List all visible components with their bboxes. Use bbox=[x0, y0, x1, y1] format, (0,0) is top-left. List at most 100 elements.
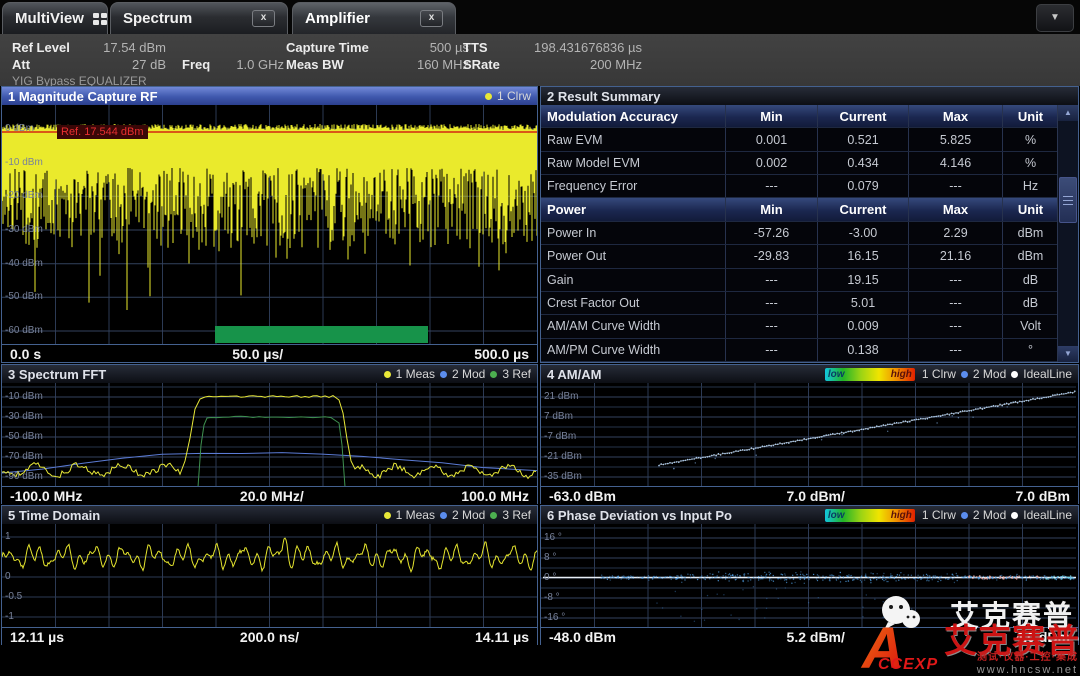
window-title-bar[interactable]: 2 Result Summary bbox=[541, 87, 1078, 105]
am-am-trace bbox=[541, 383, 1076, 486]
analysis-region bbox=[215, 326, 428, 343]
y-axis-label: 0 bbox=[5, 571, 11, 582]
table-row: AM/AM Curve Width---0.009---Volt bbox=[541, 315, 1058, 338]
meas-bw-label: Meas BW bbox=[286, 57, 344, 72]
am-am-plot[interactable]: 21 dBm 7 dBm -7 dBm -21 dBm -35 dBm bbox=[541, 383, 1078, 486]
magnitude-capture-plot[interactable]: Ref. 17.544 dBm 0 dBm-10 dBm-20 dBm-30 d… bbox=[2, 105, 537, 344]
table-row: Power Out-29.8316.1521.16dBm bbox=[541, 245, 1058, 268]
scroll-thumb[interactable] bbox=[1059, 177, 1077, 223]
y-axis-label: -21 dBm bbox=[544, 451, 582, 462]
y-axis-label: 8 ° bbox=[544, 552, 556, 563]
magnitude-trace bbox=[2, 105, 537, 344]
table-row: Crest Factor Out---5.01---dB bbox=[541, 292, 1058, 315]
density-gradient-legend: low high bbox=[825, 368, 915, 381]
srate-value[interactable]: 200 MHz bbox=[512, 57, 642, 72]
tab-bar: MultiView Spectrum x Amplifier x ▼ bbox=[0, 0, 1080, 34]
close-icon[interactable]: x bbox=[252, 10, 275, 27]
spectrum-fft-plot[interactable]: -10 dBm-30 dBm-50 dBm-70 dBm-90 dBm bbox=[2, 383, 537, 486]
y-axis-label: 1 bbox=[5, 531, 11, 542]
trace-legend: 1 Clrw 2 Mod IdealLine bbox=[922, 508, 1072, 522]
y-axis-label: 21 dBm bbox=[544, 391, 578, 402]
y-axis-label: -35 dBm bbox=[544, 471, 582, 482]
table-scrollbar[interactable]: ▲ ▼ bbox=[1057, 105, 1078, 362]
table-row: AM/PM Curve Width---0.138---° bbox=[541, 339, 1058, 362]
table-row: Raw EVM0.0010.5215.825% bbox=[541, 128, 1058, 151]
y-axis-label: -10 dBm bbox=[5, 157, 43, 168]
tab-amplifier-label: Amplifier bbox=[305, 10, 370, 27]
window-title-bar[interactable]: 4 AM/AM low high 1 Clrw 2 Mod IdealLine bbox=[541, 365, 1078, 383]
window-title-bar[interactable]: 1 Magnitude Capture RF 1 Clrw bbox=[2, 87, 537, 105]
brand-url: www.hncsw.net bbox=[977, 664, 1078, 676]
y-axis-label: -60 dBm bbox=[5, 325, 43, 336]
x-axis: -100.0 MHz20.0 MHz/100.0 MHz bbox=[2, 486, 537, 504]
y-axis-label: -20 dBm bbox=[5, 190, 43, 201]
meas-bw-value[interactable]: 160 MHz bbox=[385, 57, 469, 72]
window-title-bar[interactable]: 5 Time Domain 1 Meas 2 Mod 3 Ref bbox=[2, 506, 537, 524]
y-axis-label: -40 dBm bbox=[5, 258, 43, 269]
scroll-down-icon[interactable]: ▼ bbox=[1058, 346, 1078, 362]
y-axis-label: -1 bbox=[5, 611, 14, 622]
chevron-down-icon[interactable]: ▼ bbox=[1036, 4, 1074, 32]
window-am-am: 4 AM/AM low high 1 Clrw 2 Mod IdealLine … bbox=[540, 364, 1079, 504]
y-axis-label: 16 ° bbox=[544, 532, 562, 543]
trace-legend: 1 Meas 2 Mod 3 Ref bbox=[384, 367, 531, 381]
analyzer-screen: MultiView Spectrum x Amplifier x ▼ Ref L… bbox=[0, 0, 1080, 676]
table-row: Raw Model EVM0.0020.4344.146% bbox=[541, 152, 1058, 175]
window-title-bar[interactable]: 6 Phase Deviation vs Input Po low high 1… bbox=[541, 506, 1078, 524]
result-summary-table: Modulation AccuracyMinCurrentMaxUnitRaw … bbox=[541, 105, 1058, 362]
table-section-header: Modulation AccuracyMinCurrentMaxUnit bbox=[541, 105, 1058, 128]
y-axis-label: -0.5 bbox=[5, 591, 22, 602]
tab-amplifier[interactable]: Amplifier x bbox=[292, 2, 456, 34]
window-title-bar[interactable]: 3 Spectrum FFT 1 Meas 2 Mod 3 Ref bbox=[2, 365, 537, 383]
y-axis-label: 7 dBm bbox=[544, 411, 573, 422]
y-axis-label: -70 dBm bbox=[5, 451, 43, 462]
panel4-title: 4 AM/AM bbox=[547, 367, 601, 382]
x-axis-left: 0.0 s bbox=[10, 346, 41, 362]
y-axis-label: 0 dBm bbox=[5, 123, 34, 134]
window-time-domain: 5 Time Domain 1 Meas 2 Mod 3 Ref 1 0 -0.5 -… bbox=[1, 505, 538, 645]
trace-legend: 1 Clrw bbox=[485, 89, 531, 103]
att-label: Att bbox=[12, 57, 30, 72]
freq-value[interactable]: 1.0 GHz bbox=[222, 57, 284, 72]
ref-level-value[interactable]: 17.54 dBm bbox=[58, 40, 166, 55]
tts-label: TTS bbox=[463, 40, 488, 55]
trace-legend: 1 Meas 2 Mod 3 Ref bbox=[384, 508, 531, 522]
y-axis-label: -50 dBm bbox=[5, 431, 43, 442]
y-axis-label: -10 dBm bbox=[5, 391, 43, 402]
tts-value[interactable]: 198.431676836 µs bbox=[512, 40, 642, 55]
y-axis-label: -50 dBm bbox=[5, 291, 43, 302]
capture-time-value[interactable]: 500 µs bbox=[385, 40, 469, 55]
x-axis: 0.0 s 50.0 µs/ 500.0 µs bbox=[2, 344, 537, 362]
scroll-up-icon[interactable]: ▲ bbox=[1058, 105, 1078, 121]
time-domain-trace bbox=[2, 524, 537, 627]
window-result-summary: 2 Result Summary Modulation AccuracyMinC… bbox=[540, 86, 1079, 363]
window-magnitude-capture: 1 Magnitude Capture RF 1 Clrw Ref. 17.54… bbox=[1, 86, 538, 363]
trace-dot bbox=[485, 93, 492, 100]
trace-legend: 1 Clrw 2 Mod IdealLine bbox=[922, 367, 1072, 381]
tab-multiview-label: MultiView bbox=[15, 10, 84, 27]
ref-level-marker: Ref. 17.544 dBm bbox=[57, 125, 148, 139]
tab-spectrum[interactable]: Spectrum x bbox=[110, 2, 288, 34]
grid-icon bbox=[93, 13, 107, 25]
trace-legend-label: 1 Clrw bbox=[497, 89, 531, 103]
measurement-header: Ref Level 17.54 dBm Att 27 dB Freq 1.0 G… bbox=[0, 34, 1080, 86]
panel6-title: 6 Phase Deviation vs Input Po bbox=[547, 508, 732, 523]
tab-multiview[interactable]: MultiView bbox=[2, 2, 108, 34]
panel2-title: 2 Result Summary bbox=[547, 89, 660, 104]
tab-spectrum-label: Spectrum bbox=[123, 10, 192, 27]
panel1-title: 1 Magnitude Capture RF bbox=[8, 89, 158, 104]
time-domain-plot[interactable]: 1 0 -0.5 -1 bbox=[2, 524, 537, 627]
table-row: Frequency Error---0.079---Hz bbox=[541, 175, 1058, 198]
y-axis-label: -7 dBm bbox=[544, 431, 576, 442]
brand-tagline: 测试·仪器·工控·集成 bbox=[977, 648, 1078, 663]
close-icon[interactable]: x bbox=[420, 10, 443, 27]
att-value[interactable]: 27 dB bbox=[58, 57, 166, 72]
brand-en: CCEXP bbox=[878, 656, 938, 674]
freq-label: Freq bbox=[182, 57, 210, 72]
density-gradient-legend: low high bbox=[825, 509, 915, 522]
y-axis-label: -8 ° bbox=[544, 592, 560, 603]
srate-label: SRate bbox=[463, 57, 500, 72]
y-axis-label: -30 dBm bbox=[5, 411, 43, 422]
capture-time-label: Capture Time bbox=[286, 40, 369, 55]
table-row: Power In-57.26-3.002.29dBm bbox=[541, 222, 1058, 245]
